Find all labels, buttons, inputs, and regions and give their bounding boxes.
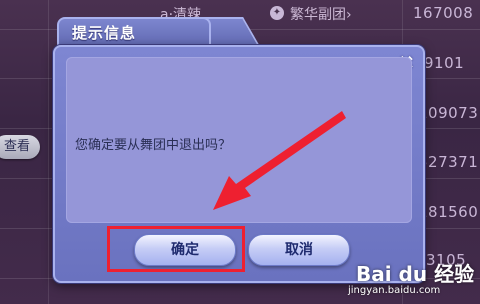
list-number: 109073 — [418, 104, 479, 122]
column-divider — [48, 0, 49, 304]
view-button[interactable]: 查看 — [0, 135, 40, 159]
watermark-logo: Bai du 经验 — [356, 262, 475, 286]
list-number: 181560 — [418, 203, 479, 221]
dialog-message: 您确定要从舞团中退出吗？ — [75, 138, 232, 153]
cancel-button[interactable]: 取消 — [248, 234, 350, 266]
info-dialog: 提示信息 ✖ 您确定要从舞团中退出吗？ 确定 取消 — [53, 17, 425, 283]
message-panel: 您确定要从舞团中退出吗？ — [66, 57, 412, 223]
dialog-title: 提示信息 — [72, 24, 137, 42]
highlight-box — [107, 226, 245, 272]
watermark-url: jingyan.baidu.com — [348, 285, 441, 296]
list-number: 9101 — [424, 54, 465, 72]
list-number: 527371 — [418, 153, 479, 171]
